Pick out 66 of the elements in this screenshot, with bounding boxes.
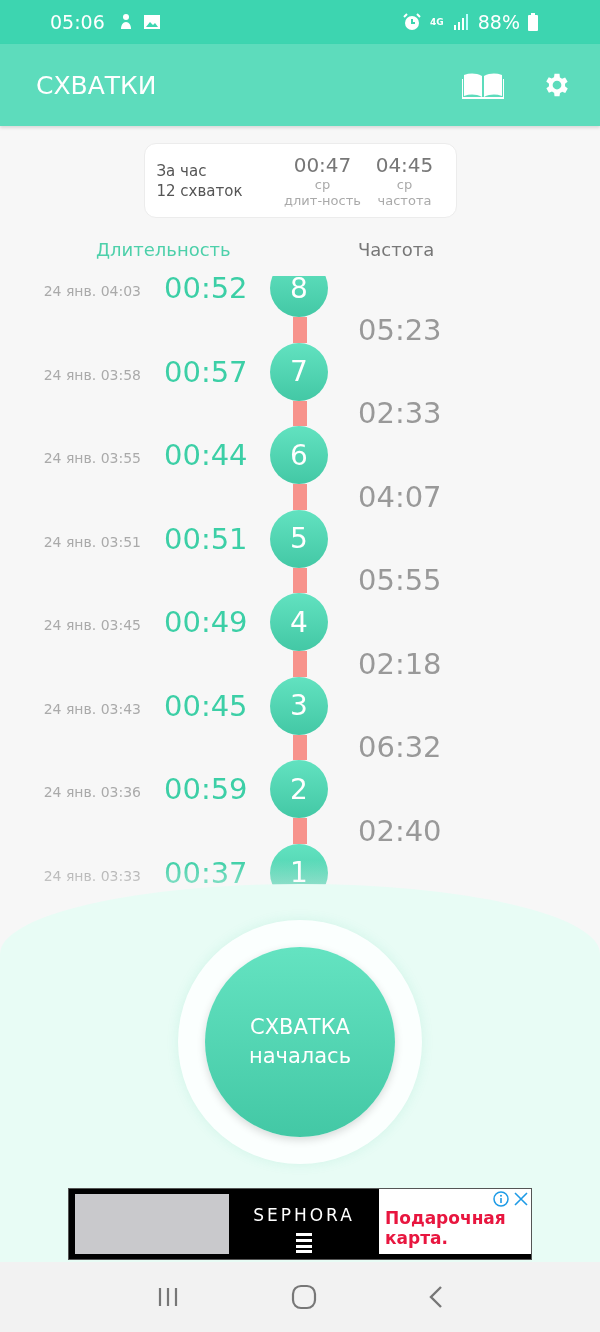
contraction-date: 24 янв. 03:58 [42, 365, 141, 383]
contraction-interval: 04:07 [358, 479, 442, 514]
home-icon [291, 1284, 317, 1310]
status-time: 05:06 [50, 11, 105, 33]
contraction-number: 8 [270, 276, 328, 317]
stat-caption: длит-ность [284, 192, 361, 209]
contraction-interval: 05:23 [358, 312, 442, 347]
contraction-duration: 00:51 [164, 521, 249, 556]
period-label: За час [156, 161, 208, 180]
timeline-connector [293, 317, 307, 343]
contraction-duration: 00:52 [164, 276, 249, 305]
contraction-duration: 00:37 [164, 855, 249, 890]
contraction-count: 12 схваток [156, 181, 244, 200]
timeline-connector [293, 818, 307, 844]
timeline-connector [293, 567, 307, 593]
contraction-date: 24 янв. 03:36 [42, 783, 141, 800]
battery-level: 88% [477, 11, 520, 33]
close-icon [513, 1191, 529, 1207]
contraction-number: 5 [270, 509, 328, 568]
timeline-connector [293, 400, 307, 426]
contraction-date: 24 янв. 03:43 [42, 699, 141, 717]
contraction-date: 24 янв. 03:51 [42, 532, 141, 550]
battery-icon [528, 13, 538, 31]
network-type: 4G [430, 17, 444, 27]
stat-caption: частота [377, 192, 432, 209]
stat-caption: ср [314, 176, 331, 193]
contraction-interval: 06:32 [358, 730, 442, 765]
contraction-interval: 05:55 [358, 563, 442, 598]
contraction-interval: 02:40 [358, 813, 442, 848]
contraction-number: 6 [270, 426, 328, 484]
book-icon [462, 71, 504, 99]
start-contraction-button[interactable]: СХВАТКА началась [205, 947, 395, 1137]
contraction-date: 24 янв. 03:33 [42, 866, 141, 884]
column-header: Частота [358, 238, 435, 260]
timeline-connector [293, 651, 307, 677]
ad-info-button[interactable] [491, 1189, 511, 1209]
app-title: СХВАТКИ [36, 70, 157, 100]
signal-icon [451, 13, 470, 31]
contraction-duration: 00:49 [164, 605, 249, 639]
contraction-duration: 00:57 [164, 354, 249, 389]
contraction-interval: 02:33 [358, 396, 442, 431]
back-icon [428, 1285, 445, 1309]
contraction-duration: 00:45 [164, 688, 249, 723]
info-icon [493, 1191, 509, 1207]
ad-brand: SEPHORA [253, 1205, 355, 1225]
contraction-interval: 02:18 [358, 646, 442, 681]
ad-headline: Подарочная карта. [385, 1208, 507, 1248]
contraction-number: 7 [270, 342, 328, 401]
timeline-connector [293, 734, 307, 760]
contraction-number: 3 [270, 676, 328, 735]
alarm-icon [402, 12, 423, 32]
ad-close-button[interactable] [511, 1189, 531, 1209]
contraction-number: 4 [270, 593, 328, 651]
contraction-duration: 00:44 [164, 438, 249, 472]
stat-value: 04:45 [375, 152, 434, 177]
stripes-icon [296, 1233, 312, 1253]
column-header: Длительность [96, 238, 232, 260]
contraction-date: 24 янв. 03:45 [42, 616, 141, 633]
image-icon [142, 13, 161, 31]
contraction-duration: 00:59 [164, 772, 249, 806]
stat-value: 00:47 [293, 152, 352, 177]
stat-caption: ср [396, 176, 413, 193]
contraction-date: 24 янв. 03:55 [42, 449, 141, 466]
timeline-connector [293, 484, 307, 510]
contraction-number: 2 [270, 760, 328, 818]
contraction-date: 24 янв. 04:03 [42, 282, 141, 299]
